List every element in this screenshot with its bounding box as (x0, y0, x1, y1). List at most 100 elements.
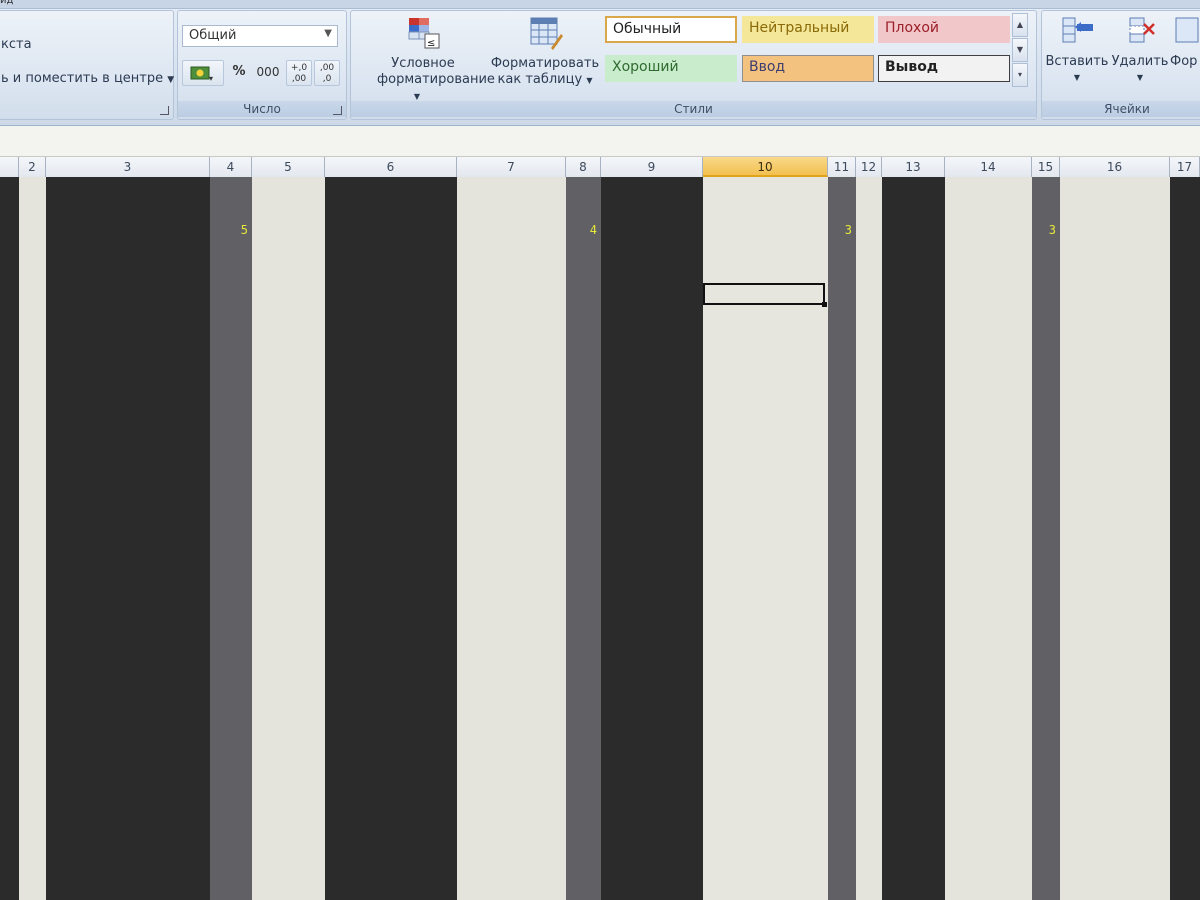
insert-cells-icon (1061, 14, 1093, 46)
currency-format-button[interactable]: ▾ (182, 60, 224, 86)
cell-style-label: Хороший (612, 59, 679, 75)
column-header-partial[interactable] (0, 157, 19, 177)
cell-style-label: Ввод (749, 59, 786, 75)
column-6[interactable] (325, 177, 457, 900)
cell-style-label: Плохой (885, 20, 939, 36)
delete-label: Удалить (1111, 54, 1169, 69)
conditional-formatting-line2: форматирование (377, 72, 495, 87)
active-cell[interactable] (703, 283, 825, 305)
column-4[interactable]: 5 (210, 177, 252, 900)
cell-style-2[interactable]: Нейтральный (742, 16, 874, 43)
column-headers: 2 3 4 5 6 7 8 9 10 11 12 13 14 15 16 17 (0, 157, 1200, 178)
column-header-17[interactable]: 17 (1170, 157, 1200, 177)
column-header-15[interactable]: 15 (1032, 157, 1060, 177)
cell-value: 5 (240, 223, 248, 237)
conditional-formatting-button[interactable]: ≤ Условное форматирование ▼ (377, 16, 495, 105)
cell-style-6[interactable]: Вывод (878, 55, 1010, 82)
format-as-table-button[interactable]: Форматировать как таблицу ▼ (490, 16, 600, 89)
cell-value: 3 (1048, 223, 1056, 237)
column-header-4[interactable]: 4 (210, 157, 252, 177)
format-cells-icon (1172, 14, 1200, 46)
column-header-12[interactable]: 12 (856, 157, 882, 177)
cell-style-5[interactable]: Ввод (742, 55, 874, 82)
ribbon-tab-fragment[interactable]: ид (0, 0, 13, 6)
conditional-formatting-icon: ≤ (407, 16, 440, 49)
gallery-scroll-up-button[interactable]: ▲ (1012, 13, 1028, 37)
number-format-select[interactable]: Общий ▼ (182, 25, 338, 47)
formula-bar-area (0, 126, 1200, 157)
decrease-decimal-button[interactable]: ,00 ,0 (314, 60, 340, 86)
column-header-6[interactable]: 6 (325, 157, 457, 177)
insert-label: Вставить (1045, 54, 1109, 69)
column-17[interactable] (1170, 177, 1200, 900)
column-partial[interactable] (0, 177, 19, 900)
column-8[interactable]: 4 (566, 177, 601, 900)
ribbon: ид кста ь и поместить в центре ▼ Число О… (0, 0, 1200, 126)
number-format-value: Общий (189, 28, 237, 43)
column-3[interactable] (46, 177, 210, 900)
column-header-16[interactable]: 16 (1060, 157, 1170, 177)
column-header-7[interactable]: 7 (457, 157, 566, 177)
format-as-table-icon (529, 16, 563, 50)
column-header-5[interactable]: 5 (252, 157, 325, 177)
delete-cells-button[interactable]: Удалить ▼ (1110, 14, 1170, 86)
column-2[interactable] (19, 177, 46, 900)
column-13[interactable] (882, 177, 945, 900)
increase-decimal-icon: +,0 ,00 (290, 63, 308, 84)
column-15[interactable]: 3 (1032, 177, 1060, 900)
svg-text:▾: ▾ (209, 74, 213, 83)
format-label: Фор (1170, 54, 1198, 69)
wrap-text-button[interactable]: кста (1, 37, 32, 52)
fill-handle[interactable] (822, 302, 827, 307)
decrease-decimal-icon: ,00 ,0 (319, 63, 335, 84)
worksheet-grid[interactable]: 5 4 3 3 (0, 177, 1200, 900)
chevron-down-icon: ▼ (413, 92, 421, 101)
cell-value: 3 (844, 223, 852, 237)
column-16[interactable] (1060, 177, 1170, 900)
column-header-10[interactable]: 10 (703, 157, 828, 177)
svg-text:≤: ≤ (427, 38, 435, 49)
format-as-table-line1: Форматировать (490, 56, 600, 71)
currency-icon: ▾ (190, 65, 216, 83)
chevron-down-icon: ▼ (167, 75, 175, 85)
gallery-more-button[interactable]: ▾ (1012, 63, 1028, 87)
alignment-group: кста ь и поместить в центре ▼ (0, 10, 174, 120)
gallery-scroll-down-button[interactable]: ▼ (1012, 38, 1028, 62)
column-header-11[interactable]: 11 (828, 157, 856, 177)
cell-style-4[interactable]: Хороший (605, 55, 737, 82)
percent-label: % (232, 64, 246, 79)
cell-style-label: Вывод (885, 59, 939, 75)
increase-decimal-button[interactable]: +,0 ,00 (286, 60, 312, 86)
thousands-separator-button[interactable]: 000 (253, 60, 283, 86)
column-12[interactable] (856, 177, 882, 900)
cells-group-label: Ячейки (1042, 101, 1200, 117)
dialog-launcher-icon[interactable] (333, 106, 342, 115)
column-5[interactable] (252, 177, 325, 900)
format-cells-button[interactable]: Фор (1170, 14, 1200, 70)
ribbon-tab-strip: ид (0, 0, 1200, 9)
column-11[interactable]: 3 (828, 177, 856, 900)
conditional-formatting-line1: Условное (391, 56, 455, 71)
chevron-down-icon: ▼ (1073, 73, 1081, 82)
cell-style-1[interactable]: Обычный (605, 16, 737, 43)
insert-cells-button[interactable]: Вставить ▼ (1044, 14, 1110, 86)
number-group-label: Число (178, 101, 346, 117)
percent-button[interactable]: % (226, 60, 252, 86)
column-14[interactable] (945, 177, 1032, 900)
dialog-launcher-icon[interactable] (160, 106, 169, 115)
chevron-down-icon: ▼ (1136, 73, 1144, 82)
column-header-13[interactable]: 13 (882, 157, 945, 177)
column-header-14[interactable]: 14 (945, 157, 1032, 177)
merge-center-label: ь и поместить в центре (1, 71, 164, 86)
merge-center-button[interactable]: ь и поместить в центре ▼ (1, 71, 174, 86)
format-as-table-line2: как таблицу (497, 72, 583, 87)
cell-style-3[interactable]: Плохой (878, 16, 1010, 43)
column-header-3[interactable]: 3 (46, 157, 210, 177)
column-9[interactable] (601, 177, 703, 900)
chevron-down-icon: ▼ (324, 28, 332, 39)
column-header-8[interactable]: 8 (566, 157, 601, 177)
column-7[interactable] (457, 177, 566, 900)
chevron-down-icon: ▼ (586, 76, 593, 85)
column-header-2[interactable]: 2 (19, 157, 46, 177)
column-header-9[interactable]: 9 (601, 157, 703, 177)
